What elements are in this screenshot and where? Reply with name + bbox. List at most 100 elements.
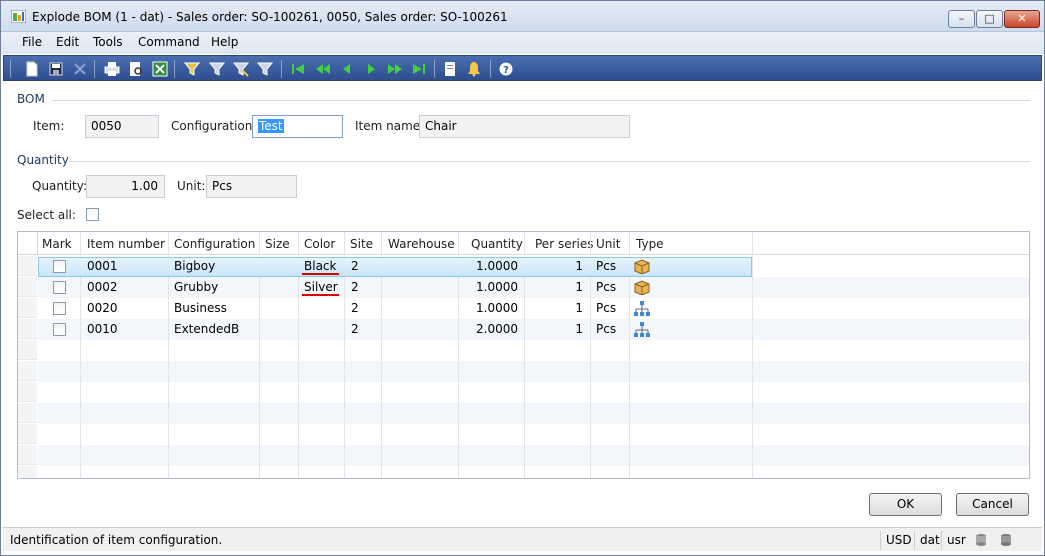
row-selector: [18, 403, 37, 423]
column-header-size[interactable]: Size: [265, 237, 290, 251]
ok-button[interactable]: OK: [869, 493, 942, 516]
column-header-unit[interactable]: Unit: [596, 237, 620, 251]
cell-per-series: 1: [575, 322, 583, 336]
menu-tools[interactable]: Tools: [93, 35, 123, 49]
filter-by-field-icon[interactable]: [209, 61, 225, 77]
status-bar: Identification of item configuration. US…: [3, 527, 1042, 551]
database-icon[interactable]: [974, 533, 988, 547]
cell-configuration: Bigboy: [174, 259, 216, 273]
previous-page-icon[interactable]: [315, 61, 331, 77]
cell-site: 2: [351, 322, 359, 336]
toolbar-separator: [174, 60, 175, 78]
menu-edit[interactable]: Edit: [56, 35, 79, 49]
status-currency[interactable]: USD: [880, 531, 917, 550]
advanced-filter-icon[interactable]: [233, 61, 249, 77]
item-field[interactable]: 0050: [85, 115, 159, 138]
unit-label: Unit:: [177, 179, 206, 193]
menu-command[interactable]: Command: [138, 35, 200, 49]
row-mark-checkbox[interactable]: [53, 260, 66, 273]
cell-site: 2: [351, 280, 359, 294]
title-bar: Explode BOM (1 - dat) - Sales order: SO-…: [1, 1, 1044, 32]
row-mark-checkbox[interactable]: [53, 323, 66, 336]
alert-icon[interactable]: [466, 61, 482, 77]
row-selector: [18, 424, 37, 444]
toolbar-separator: [10, 60, 11, 78]
bom-group-divider: [51, 100, 1030, 101]
toolbar-separator: [490, 60, 491, 78]
cell-unit: Pcs: [596, 322, 617, 336]
column-header-site[interactable]: Site: [350, 237, 373, 251]
column-header-mark[interactable]: Mark: [42, 237, 72, 251]
remove-filter-icon[interactable]: [257, 61, 273, 77]
item-box-icon: [634, 259, 650, 274]
close-button[interactable]: ✕: [1004, 10, 1040, 28]
row-selector: [18, 340, 37, 360]
minimize-button[interactable]: –: [948, 10, 975, 28]
window-title: Explode BOM (1 - dat) - Sales order: SO-…: [32, 10, 508, 24]
filter-by-selection-icon[interactable]: [184, 61, 200, 77]
column-header-configuration[interactable]: Configuration: [174, 237, 255, 251]
menu-help[interactable]: Help: [211, 35, 238, 49]
row-selector: [18, 466, 37, 478]
column-header-per-series[interactable]: Per series: [535, 237, 593, 251]
next-record-icon[interactable]: [363, 61, 379, 77]
maximize-button[interactable]: □: [976, 10, 1003, 28]
print-icon[interactable]: [104, 61, 120, 77]
last-record-icon[interactable]: [411, 61, 427, 77]
color-annotation-underline: [302, 273, 339, 275]
table-row[interactable]: 0002 Grubby Silver 2 1.0000 1 Pcs: [18, 277, 1029, 298]
unit-field[interactable]: Pcs: [206, 175, 297, 198]
toolbar-separator: [94, 60, 95, 78]
print-preview-icon[interactable]: [128, 61, 144, 77]
item-box-icon: [634, 280, 650, 295]
status-user[interactable]: usr: [941, 531, 971, 550]
maximize-icon: □: [984, 12, 995, 25]
new-icon[interactable]: [24, 61, 40, 77]
menu-bar: File Edit Tools Command Help: [1, 32, 1044, 54]
column-header-warehouse[interactable]: Warehouse: [388, 237, 455, 251]
grid-row-background: [38, 445, 1029, 466]
cell-configuration: Grubby: [174, 280, 219, 294]
next-page-icon[interactable]: [387, 61, 403, 77]
server-icon[interactable]: [999, 533, 1013, 547]
grid-row-background: [38, 403, 1029, 424]
column-header-type[interactable]: Type: [636, 237, 664, 251]
cell-site: 2: [351, 301, 359, 315]
row-selector: [18, 361, 37, 381]
configuration-value: Test: [258, 119, 284, 133]
row-selector: [18, 382, 37, 402]
menu-file[interactable]: File: [22, 35, 42, 49]
cell-unit: Pcs: [596, 301, 617, 315]
minimize-icon: –: [958, 12, 965, 25]
configuration-label: Configuration:: [171, 119, 257, 133]
select-all-checkbox[interactable]: [86, 208, 99, 221]
cancel-button[interactable]: Cancel: [956, 493, 1029, 516]
status-message: Identification of item configuration.: [10, 533, 223, 547]
cell-quantity: 1.0000: [476, 280, 518, 294]
quantity-group-label: Quantity: [17, 153, 69, 167]
table-row[interactable]: 0020 Business 2 1.0000 1 Pcs: [18, 298, 1029, 319]
table-row[interactable]: 0010 ExtendedB 2 2.0000 1 Pcs: [18, 319, 1029, 340]
configuration-field[interactable]: Test: [252, 115, 343, 138]
column-header-quantity[interactable]: Quantity: [471, 237, 523, 251]
toolbar-separator: [434, 60, 435, 78]
save-icon[interactable]: [48, 61, 64, 77]
previous-record-icon[interactable]: [339, 61, 355, 77]
export-excel-icon[interactable]: [152, 61, 168, 77]
cell-unit: Pcs: [596, 280, 617, 294]
help-icon[interactable]: ?: [498, 61, 514, 77]
table-row[interactable]: 0001 Bigboy Black 2 1.0000 1 Pcs: [18, 256, 1029, 277]
first-record-icon[interactable]: [290, 61, 306, 77]
row-mark-checkbox[interactable]: [53, 281, 66, 294]
explode-bom-window: Explode BOM (1 - dat) - Sales order: SO-…: [0, 0, 1045, 556]
column-header-color[interactable]: Color: [304, 237, 335, 251]
item-name-field[interactable]: Chair: [419, 115, 630, 138]
row-mark-checkbox[interactable]: [53, 302, 66, 315]
bom-tree-icon: [634, 322, 650, 337]
delete-icon[interactable]: [72, 61, 88, 77]
cell-unit: Pcs: [596, 259, 617, 273]
column-header-item-number[interactable]: Item number: [87, 237, 165, 251]
cell-item-number: 0020: [87, 301, 118, 315]
document-handling-icon[interactable]: [442, 61, 458, 77]
quantity-field[interactable]: 1.00: [86, 175, 165, 198]
